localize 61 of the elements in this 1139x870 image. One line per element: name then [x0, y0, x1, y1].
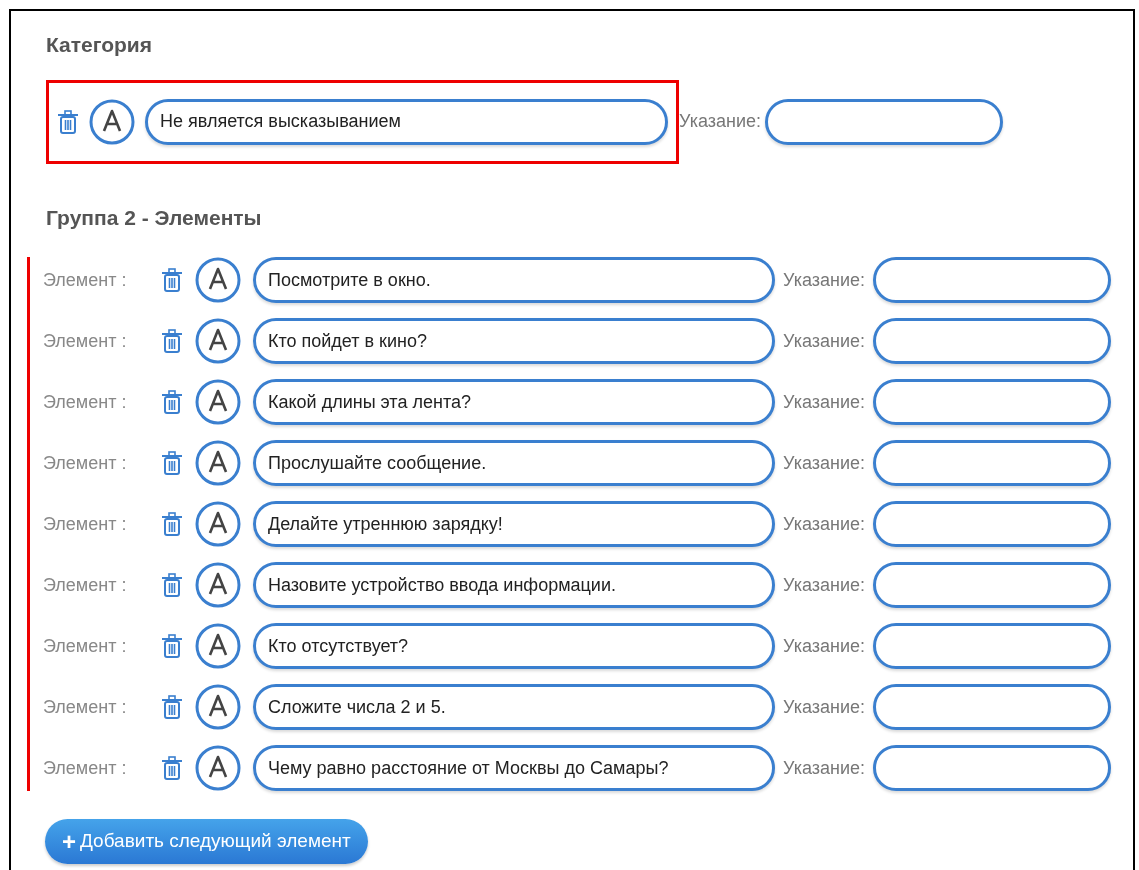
hint-label: Указание: — [783, 573, 865, 597]
trash-icon[interactable] — [161, 573, 183, 597]
element-field[interactable]: Посмотрите в окно. — [253, 257, 775, 303]
font-icon[interactable] — [195, 745, 241, 791]
trash-icon[interactable] — [161, 634, 183, 658]
hint-field[interactable] — [873, 257, 1111, 303]
font-icon[interactable] — [195, 562, 241, 608]
font-icon[interactable] — [89, 98, 135, 145]
trash-icon[interactable] — [161, 512, 183, 536]
section-heading: Группа 2 - Элементы — [46, 204, 263, 231]
element-label: Элемент : — [43, 451, 128, 475]
element-field[interactable]: Делайте утреннюю зарядку! — [253, 501, 775, 547]
font-icon[interactable] — [195, 684, 241, 730]
element-label: Элемент : — [43, 268, 128, 292]
hint-label: Указание: — [783, 695, 865, 719]
hint-label: Указание: — [783, 390, 865, 414]
element-field[interactable]: Сложите числа 2 и 5. — [253, 684, 775, 730]
element-field[interactable]: Назовите устройство ввода информации. — [253, 562, 775, 608]
element-label: Элемент : — [43, 756, 128, 780]
element-label: Элемент : — [43, 390, 128, 414]
hint-field[interactable] — [873, 501, 1111, 547]
font-icon[interactable] — [195, 440, 241, 486]
hint-label: Указание: — [783, 451, 865, 475]
element-label: Элемент : — [43, 695, 128, 719]
font-icon[interactable] — [195, 379, 241, 425]
element-label: Элемент : — [43, 573, 128, 597]
hint-label: Указание: — [679, 110, 761, 133]
hint-field[interactable] — [873, 440, 1111, 486]
trash-icon[interactable] — [161, 756, 183, 780]
hint-field[interactable] — [873, 379, 1111, 425]
hint-label: Указание: — [783, 512, 865, 536]
trash-icon[interactable] — [161, 451, 183, 475]
trash-icon[interactable] — [161, 268, 183, 292]
hint-label: Указание: — [783, 329, 865, 353]
element-label: Элемент : — [43, 512, 128, 536]
font-icon[interactable] — [195, 318, 241, 364]
hint-label: Указание: — [783, 634, 865, 658]
hint-field[interactable] — [873, 623, 1111, 669]
element-field[interactable]: Прослушайте сообщение. — [253, 440, 775, 486]
element-field[interactable]: Какой длины эта лента? — [253, 379, 775, 425]
hint-field[interactable] — [873, 318, 1111, 364]
font-icon[interactable] — [195, 257, 241, 303]
hint-label: Указание: — [783, 756, 865, 780]
hint-field[interactable] — [873, 562, 1111, 608]
element-field[interactable]: Кто отсутствует? — [253, 623, 775, 669]
element-label: Элемент : — [43, 329, 128, 353]
category-field[interactable]: Не является высказыванием — [145, 98, 668, 145]
font-icon[interactable] — [195, 501, 241, 547]
trash-icon[interactable] — [161, 390, 183, 414]
trash-icon[interactable] — [161, 329, 183, 353]
font-icon[interactable] — [195, 623, 241, 669]
trash-icon[interactable] — [57, 109, 79, 134]
trash-icon[interactable] — [161, 695, 183, 719]
hint-field[interactable] — [873, 745, 1111, 791]
hint-label: Указание: — [783, 268, 865, 292]
hint-field[interactable] — [873, 684, 1111, 730]
section-heading: Категория — [46, 32, 153, 58]
element-label: Элемент : — [43, 634, 128, 658]
element-field[interactable]: Кто пойдет в кино? — [253, 318, 775, 364]
element-field[interactable]: Чему равно расстояние от Москвы до Самары? — [253, 745, 775, 791]
hint-field[interactable] — [765, 98, 1003, 145]
